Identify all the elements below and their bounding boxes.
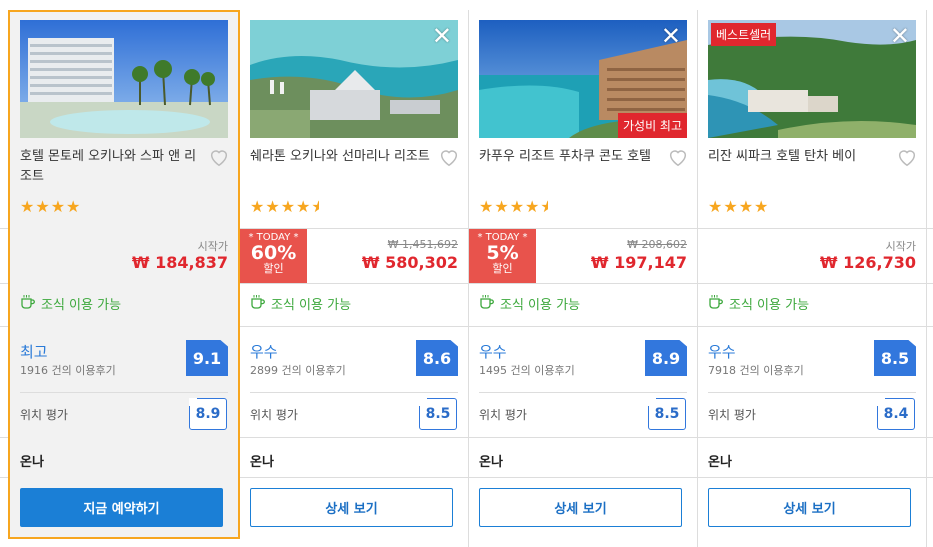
divider [20, 392, 228, 393]
discount-percent: 60% [250, 242, 297, 264]
view-details-button[interactable]: 상세 보기 [708, 488, 911, 527]
discount-suffix: 할인 [263, 262, 284, 275]
star-icon: ★★★★ [479, 197, 541, 216]
review-word: 우수 [250, 343, 278, 361]
divider [250, 392, 458, 393]
hotel-photo[interactable]: ✕ 베스트셀러 [708, 20, 916, 138]
price: ₩ 580,302 [361, 253, 458, 272]
divider [479, 392, 687, 393]
review-score-badge: 8.5 [874, 340, 916, 376]
hotel-photo[interactable]: ✕ 가성비 최고 [479, 20, 687, 138]
coffee-cup-icon [480, 295, 494, 309]
view-details-button[interactable]: 상세 보기 [479, 488, 682, 527]
review-word: 우수 [708, 343, 736, 361]
hotel-name[interactable]: 카푸우 리조트 푸차쿠 콘도 호텔 [479, 147, 667, 167]
heart-icon[interactable] [667, 146, 689, 168]
view-details-button[interactable]: 상세 보기 [250, 488, 453, 527]
today-discount-badge: * TODAY * 60% 할인 [240, 229, 307, 283]
breakfast-info: 조식 이용 가능 [271, 298, 352, 313]
price: ₩ 184,837 [131, 253, 228, 272]
heart-icon[interactable] [896, 146, 918, 168]
location-rating-label: 위치 평가 [20, 408, 68, 422]
breakfast-info: 조식 이용 가능 [41, 298, 122, 313]
partner-site: 온나 [250, 455, 274, 470]
location-score-badge: 8.9 [189, 398, 227, 430]
star-rating: ★★★★ [708, 197, 770, 216]
coffee-cup-icon [251, 295, 265, 309]
price-label: 시작가 [885, 240, 916, 253]
close-icon[interactable]: ✕ [661, 24, 681, 48]
heart-icon[interactable] [208, 146, 230, 168]
review-score-badge: 8.9 [645, 340, 687, 376]
review-count[interactable]: 7918 건의 이용후기 [708, 362, 804, 378]
review-count[interactable]: 1916 건의 이용후기 [20, 362, 116, 378]
review-count[interactable]: 2899 건의 이용후기 [250, 362, 346, 378]
close-icon[interactable]: ✕ [890, 24, 910, 48]
partner-site: 온나 [708, 455, 732, 470]
price: ₩ 197,147 [590, 253, 687, 272]
close-icon[interactable]: ✕ [432, 24, 452, 48]
divider [926, 10, 927, 547]
star-icon: ★★★★ [250, 197, 312, 216]
location-rating-label: 위치 평가 [479, 408, 527, 422]
hotel-name[interactable]: 리잔 씨파크 호텔 탄차 베이 [708, 147, 896, 167]
original-price: ₩ 208,602 [627, 238, 687, 251]
partner-site: 온나 [479, 455, 503, 470]
review-word: 최고 [20, 343, 48, 361]
review-count[interactable]: 1495 건의 이용후기 [479, 362, 575, 378]
breakfast-info: 조식 이용 가능 [729, 298, 810, 313]
best-value-tag: 가성비 최고 [617, 113, 687, 138]
coffee-cup-icon [21, 295, 35, 309]
partner-site: 온나 [20, 455, 44, 470]
breakfast-info: 조식 이용 가능 [500, 298, 581, 313]
review-word: 우수 [479, 343, 507, 361]
review-score-badge: 8.6 [416, 340, 458, 376]
hotel-name[interactable]: 호텔 몬토레 오키나와 스파 앤 리조트 [20, 147, 208, 187]
star-rating: ★★★★★ [250, 197, 319, 216]
hotel-photo[interactable] [20, 20, 228, 138]
original-price: ₩ 1,451,692 [387, 238, 458, 251]
location-score-badge: 8.5 [419, 398, 457, 430]
hotel-name[interactable]: 쉐라톤 오키나와 선마리나 리조트 [250, 147, 438, 167]
hotel-comparison-grid: 호텔 몬토레 오키나와 스파 앤 리조트 ★★★★ 시작가 ₩ 184,837 … [0, 0, 933, 547]
location-rating-label: 위치 평가 [250, 408, 298, 422]
discount-suffix: 할인 [492, 262, 513, 275]
star-rating: ★★★★★ [479, 197, 548, 216]
half-star-icon: ★ [540, 197, 548, 216]
hotel-photo[interactable]: ✕ [250, 20, 458, 138]
price: ₩ 126,730 [819, 253, 916, 272]
divider [708, 392, 916, 393]
heart-icon[interactable] [438, 146, 460, 168]
star-rating: ★★★★ [20, 197, 82, 216]
location-score-badge: 8.4 [877, 398, 915, 430]
coffee-cup-icon [709, 295, 723, 309]
bestseller-tag: 베스트셀러 [711, 23, 777, 46]
location-score-badge: 8.5 [648, 398, 686, 430]
location-rating-label: 위치 평가 [708, 408, 756, 422]
book-now-button[interactable]: 지금 예약하기 [20, 488, 223, 527]
review-score-badge: 9.1 [186, 340, 228, 376]
half-star-icon: ★ [311, 197, 319, 216]
price-label: 시작가 [197, 240, 228, 253]
today-discount-badge: * TODAY * 5% 할인 [469, 229, 536, 283]
discount-percent: 5% [486, 242, 519, 264]
divider [697, 10, 698, 547]
